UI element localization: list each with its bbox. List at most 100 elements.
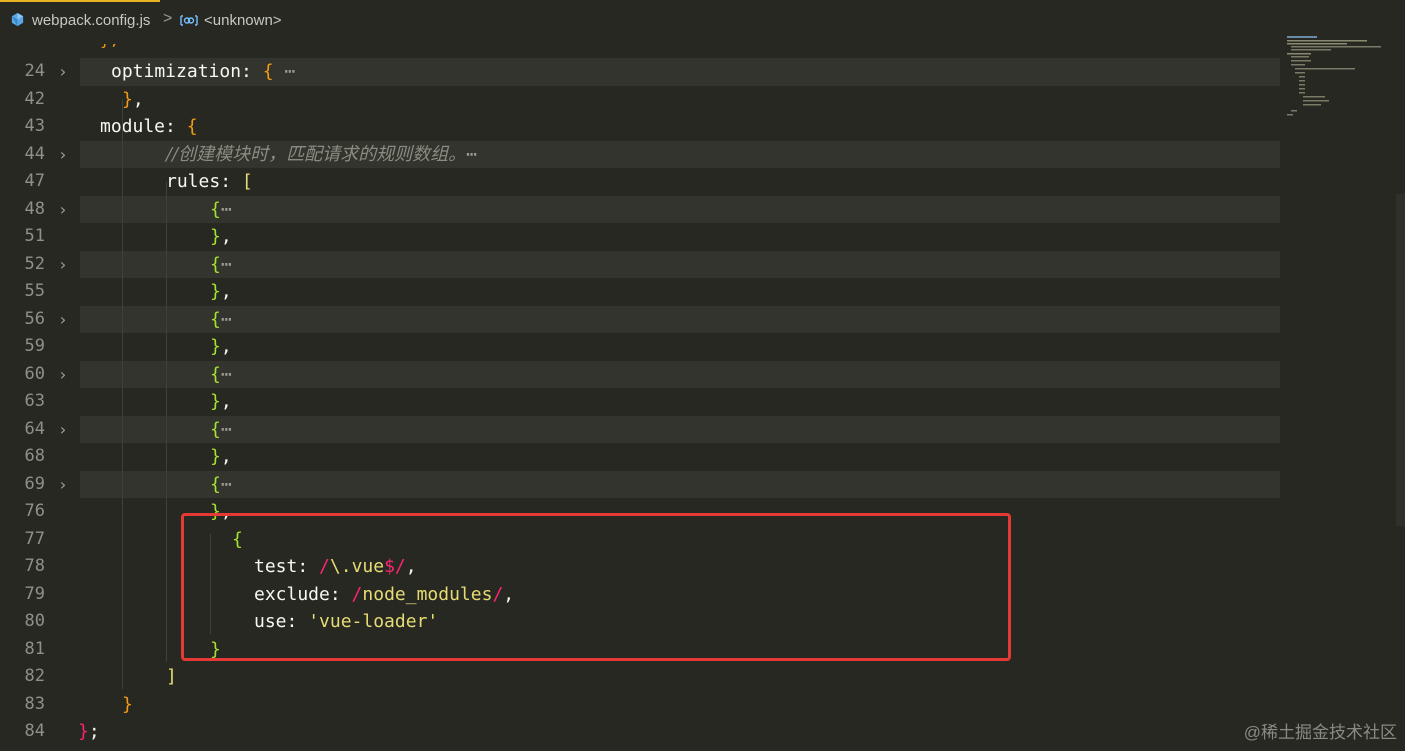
line-number: 60 [24, 363, 45, 384]
code-line[interactable]: 43 module: { [0, 113, 1280, 141]
code-text: {⋯ [210, 196, 232, 224]
code-line[interactable]: 42}, [0, 86, 1280, 114]
code-line[interactable]: 60 › {⋯ [0, 360, 1280, 389]
code-text: } [122, 691, 133, 719]
line-number: 76 [24, 501, 45, 521]
watermark: @稀土掘金技术社区 [1243, 723, 1397, 742]
code-text: {⋯ [210, 306, 232, 334]
symbol-module-icon [180, 15, 198, 26]
chevron-right-icon[interactable]: › [58, 471, 68, 499]
code-line[interactable]: 59}, [0, 333, 1280, 361]
line-number: 24 [24, 61, 45, 81]
line-number: 56 [24, 308, 45, 329]
code-line[interactable]: 51}, [0, 223, 1280, 251]
code-line[interactable]: 82] [0, 663, 1280, 691]
code-token: } [78, 721, 89, 742]
line-number: 82 [24, 666, 45, 686]
code-token: { [210, 418, 221, 440]
code-token: } [210, 336, 221, 357]
line-number: 64 [24, 418, 45, 439]
code-text: }; [78, 718, 100, 746]
code-token: { [210, 253, 221, 275]
code-token: optimization [111, 61, 242, 82]
line-number: 44 [24, 143, 45, 164]
line-number: 81 [24, 638, 45, 659]
code-line[interactable]: 24 › optimization: { ⋯ [0, 58, 1280, 86]
code-token: : [165, 116, 187, 137]
minimap[interactable] [1283, 34, 1388, 124]
code-text: }, [210, 333, 232, 361]
line-number: 51 [24, 226, 45, 246]
chevron-right-icon[interactable]: › [58, 361, 68, 389]
code-line[interactable]: 63}, [0, 388, 1280, 416]
code-text: }; [100, 44, 119, 49]
code-line[interactable]: 84}; [0, 718, 1280, 746]
code-token: ⋯ [220, 198, 232, 220]
breadcrumb-symbol[interactable]: <unknown> [204, 12, 282, 29]
code-line[interactable]: 64 › {⋯ [0, 415, 1280, 444]
line-number: 43 [24, 116, 45, 136]
code-token: , [220, 336, 232, 357]
code-text: }, [210, 278, 232, 306]
code-line[interactable]: 55}, [0, 278, 1280, 306]
chevron-right-icon[interactable]: › [58, 141, 68, 169]
code-line[interactable]: 52 › {⋯ [0, 250, 1280, 279]
line-number: 55 [24, 281, 45, 301]
breadcrumb-file[interactable]: webpack.config.js [32, 12, 150, 29]
line-number: 48 [24, 198, 45, 219]
line-number: 78 [24, 556, 45, 576]
code-token: [ [241, 171, 253, 192]
code-token: ⋯ [273, 61, 296, 82]
code-text: }, [210, 388, 232, 416]
code-line[interactable]: 56 › {⋯ [0, 305, 1280, 334]
code-text: {⋯ [210, 361, 232, 389]
code-token: module [100, 116, 166, 137]
vertical-scrollbar[interactable] [1396, 194, 1405, 526]
code-token: { [210, 363, 221, 385]
code-token: , [220, 226, 232, 247]
chevron-right-icon[interactable]: › [58, 58, 68, 86]
code-token: { [210, 198, 221, 220]
code-text: {⋯ [210, 251, 232, 279]
code-token: } [210, 226, 221, 247]
chevron-right-icon[interactable]: › [58, 196, 68, 224]
chevron-right-icon[interactable]: › [58, 306, 68, 334]
code-text: }, [122, 86, 144, 114]
code-token: } [210, 281, 221, 302]
code-line[interactable]: 48 › {⋯ [0, 195, 1280, 224]
code-token: ⋯ [220, 253, 232, 275]
line-number: 42 [24, 88, 45, 109]
line-number: 68 [24, 446, 45, 466]
chevron-right-icon[interactable]: › [58, 416, 68, 444]
line-number: 63 [24, 391, 45, 411]
code-token: ; [88, 721, 100, 742]
code-line[interactable]: 44 › //创建模块时，匹配请求的规则数组。⋯ [0, 140, 1280, 169]
indent-guide [122, 99, 123, 689]
indent-guide [166, 182, 167, 662]
code-token: ⋯ [220, 363, 232, 385]
code-token: } [122, 693, 133, 715]
breadcrumb: webpack.config.js > <unknown> [0, 0, 1405, 44]
code-token: { [262, 61, 274, 82]
line-number: 59 [24, 336, 45, 356]
code-line[interactable]: 83} [0, 691, 1280, 719]
code-line[interactable]: 68}, [0, 443, 1280, 471]
code-token: , [220, 281, 232, 302]
code-text: }, [210, 223, 232, 251]
code-line[interactable]: 47 rules: [ [0, 168, 1280, 196]
line-number: 83 [24, 693, 45, 714]
code-token: rules [166, 171, 221, 192]
code-token: } [122, 88, 133, 110]
code-token: : [220, 171, 242, 192]
code-token: ⋯ [220, 308, 232, 330]
code-token: { [210, 473, 221, 495]
code-text: }, [210, 443, 232, 471]
code-token: { [186, 116, 198, 137]
chevron-right-icon[interactable]: › [58, 251, 68, 279]
code-token: //创建模块时，匹配请求的规则数组。 [166, 143, 467, 165]
highlight-box [181, 513, 1011, 661]
code-token: : [241, 61, 263, 82]
code-text: {⋯ [210, 416, 232, 444]
code-token: ] [166, 666, 177, 687]
code-line[interactable]: 69 › {⋯ [0, 470, 1280, 499]
